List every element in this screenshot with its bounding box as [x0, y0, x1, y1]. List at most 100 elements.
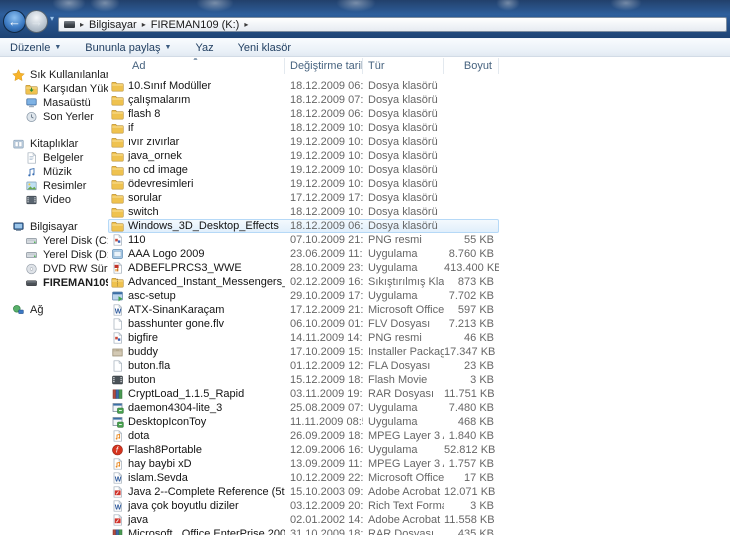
sidebar-item-downloads[interactable]: Karşıdan Yüklemeler	[0, 82, 108, 96]
file-row[interactable]: java02.01.2002 14:44Adobe Acrobat D...11…	[108, 513, 499, 527]
file-row[interactable]: 10.Sınıf Modüller18.12.2009 06:09Dosya k…	[108, 79, 499, 93]
new-folder-button[interactable]: Yeni klasör	[238, 42, 291, 54]
file-row[interactable]: ödevresimleri19.12.2009 10:51Dosya klasö…	[108, 177, 499, 191]
file-date-modified: 18.12.2009 06:10	[285, 220, 363, 232]
history-dropdown-icon[interactable]: ▾	[50, 14, 54, 23]
breadcrumb-separator-icon[interactable]: ▸	[242, 20, 250, 29]
file-row[interactable]: Windows_3D_Desktop_Effects 18.12.2009 06:…	[108, 219, 499, 233]
back-button[interactable]: ←	[3, 10, 26, 33]
file-name: buton	[128, 374, 156, 386]
file-row[interactable]: CryptLoad_1.1.5_Rapid03.11.2009 19:45RAR…	[108, 387, 499, 401]
chevron-down-icon: ▼	[165, 44, 172, 51]
file-row[interactable]: sorular17.12.2009 17:59Dosya klasörü	[108, 191, 499, 205]
pdf-icon	[111, 486, 124, 498]
breadcrumb-current-drive[interactable]: FIREMAN109 (K:)	[151, 19, 240, 31]
file-row[interactable]: Java 2--Complete Reference (5th Ed 2002)…	[108, 485, 499, 499]
file-row[interactable]: Advanced_Instant_Messengers_Password...0…	[108, 275, 499, 289]
computer-icon	[12, 221, 25, 233]
file-row[interactable]: daemon4304-lite_325.08.2009 07:43Uygulam…	[108, 401, 499, 415]
folder-icon	[111, 94, 124, 106]
file-row[interactable]: java_ornek19.12.2009 10:53Dosya klasörü	[108, 149, 499, 163]
file-row[interactable]: flash 818.12.2009 06:09Dosya klasörü	[108, 107, 499, 121]
file-type: MPEG Layer 3 Aud...	[363, 430, 444, 442]
file-row[interactable]: hay baybi xD13.09.2009 11:50MPEG Layer 3…	[108, 457, 499, 471]
file-name: Advanced_Instant_Messengers_Password...	[128, 276, 285, 288]
column-header-name[interactable]: ▲ Ad	[108, 58, 285, 74]
sidebar-item-documents[interactable]: Belgeler	[0, 151, 108, 165]
forward-button[interactable]: →	[25, 10, 48, 33]
sidebar-item-pictures[interactable]: Resimler	[0, 179, 108, 193]
file-row[interactable]: dota26.09.2009 18:21MPEG Layer 3 Aud...1…	[108, 429, 499, 443]
sidebar-item-label: DVD RW Sürücüsü (E	[43, 263, 108, 275]
file-row[interactable]: Microsoft_ Office EnterPrise 2007_ activ…	[108, 527, 499, 535]
file-type: Microsoft Office ...	[363, 304, 444, 316]
folder-icon	[111, 80, 124, 92]
file-row[interactable]: buddy17.10.2009 15:05Installer Package17…	[108, 345, 499, 359]
file-name: java çok boyutlu diziler	[128, 500, 239, 512]
file-size: 435 KB	[444, 528, 499, 535]
file-row[interactable]: buton.fla01.12.2009 12:53FLA Dosyası23 K…	[108, 359, 499, 373]
file-row[interactable]: switch18.12.2009 10:57Dosya klasörü	[108, 205, 499, 219]
file-name: DesktopIconToy	[128, 416, 206, 428]
file-row[interactable]: if18.12.2009 10:57Dosya klasörü	[108, 121, 499, 135]
burn-button[interactable]: Yaz	[195, 42, 213, 54]
file-row[interactable]: no cd image19.12.2009 10:53Dosya klasörü	[108, 163, 499, 177]
sidebar-group-label: Ağ	[30, 304, 43, 316]
file-name: buddy	[128, 346, 158, 358]
file-name: Windows_3D_Desktop_Effects	[128, 220, 279, 232]
file-row[interactable]: ıvır zıvırlar19.12.2009 10:53Dosya klasö…	[108, 135, 499, 149]
file-name-cell: switch	[108, 206, 285, 218]
file-row[interactable]: fFlash8Portable12.09.2006 16:08Uygulama5…	[108, 443, 499, 457]
file-name: ADBEFLPRCS3_WWE	[128, 262, 242, 274]
file-row[interactable]: AAA Logo 200923.06.2009 11:39Uygulama8.7…	[108, 247, 499, 261]
sidebar-item-music[interactable]: Müzik	[0, 165, 108, 179]
sidebar-item-label: Müzik	[43, 166, 72, 178]
usb-icon	[25, 277, 38, 289]
column-header-date-modified[interactable]: Değiştirme tarihi	[285, 58, 363, 74]
sidebar-item-recent-places[interactable]: Son Yerler	[0, 110, 108, 124]
page-icon	[111, 360, 124, 372]
file-name: ATX-SinanKaraçam	[128, 304, 224, 316]
column-header-date-label: Değiştirme tarihi	[290, 60, 363, 72]
sidebar-group-favorites[interactable]: Sık Kullanılanlar	[0, 67, 108, 82]
file-name: AAA Logo 2009	[128, 248, 204, 260]
column-header-size[interactable]: Boyut	[444, 58, 499, 74]
file-name: Flash8Portable	[128, 444, 202, 456]
sidebar-item-fireman109-k[interactable]: FIREMAN109 (K:)	[0, 276, 108, 290]
file-row[interactable]: buton15.12.2009 18:08Flash Movie3 KB	[108, 373, 499, 387]
sidebar-group-network[interactable]: Ağ	[0, 302, 108, 317]
file-row[interactable]: DesktopIconToy11.11.2009 08:52Uygulama46…	[108, 415, 499, 429]
file-type: Dosya klasörü	[363, 150, 444, 162]
file-date-modified: 25.08.2009 07:43	[285, 402, 363, 414]
file-row[interactable]: Wjava çok boyutlu diziler03.12.2009 20:2…	[108, 499, 499, 513]
column-header-type[interactable]: Tür	[363, 58, 444, 74]
file-name-cell: fFlash8Portable	[108, 444, 285, 456]
sidebar-item-desktop[interactable]: Masaüstü	[0, 96, 108, 110]
file-type: Dosya klasörü	[363, 80, 444, 92]
file-row[interactable]: çalışmalarım18.12.2009 07:42Dosya klasör…	[108, 93, 499, 107]
file-row[interactable]: asc-setup29.10.2009 17:46Uygulama7.702 K…	[108, 289, 499, 303]
address-bar[interactable]: ▸ Bilgisayar ▸ FIREMAN109 (K:) ▸	[58, 17, 727, 32]
file-row[interactable]: bigfire14.11.2009 14:59PNG resmi46 KB	[108, 331, 499, 345]
sidebar-item-local-disk-d[interactable]: Yerel Disk (D:)	[0, 248, 108, 262]
organize-menu-button[interactable]: Düzenle ▼	[10, 42, 61, 54]
explorer-window: ← → ▾ ▸ Bilgisayar ▸ FIREMAN109 (K:) ▸ D…	[0, 0, 730, 535]
file-row[interactable]: 11007.10.2009 21:16PNG resmi55 KB	[108, 233, 499, 247]
file-size: 413.400 KB	[444, 262, 499, 274]
sidebar-item-local-disk-c[interactable]: Yerel Disk (C:)	[0, 234, 108, 248]
breadcrumb-computer[interactable]: Bilgisayar	[89, 19, 137, 31]
sidebar-group-computer[interactable]: Bilgisayar	[0, 219, 108, 234]
file-row[interactable]: WATX-SinanKaraçam17.12.2009 21:24Microso…	[108, 303, 499, 317]
share-with-menu-button[interactable]: Bununla paylaş ▼	[85, 42, 171, 54]
file-row[interactable]: Wislam.Sevda10.12.2009 22:36Microsoft Of…	[108, 471, 499, 485]
svg-text:W: W	[115, 504, 122, 511]
file-row[interactable]: basshunter gone.flv06.10.2009 01:25FLV D…	[108, 317, 499, 331]
sidebar-item-dvd-drive-e[interactable]: DVD RW Sürücüsü (E	[0, 262, 108, 276]
file-type: FLV Dosyası	[363, 318, 444, 330]
app-blue-icon	[111, 248, 124, 260]
sidebar-group-libraries[interactable]: Kitaplıklar	[0, 136, 108, 151]
sidebar-item-video[interactable]: Video	[0, 193, 108, 207]
file-row[interactable]: ADBEFLPRCS3_WWE28.10.2009 23:09Uygulama4…	[108, 261, 499, 275]
svg-text:W: W	[115, 476, 122, 483]
titlebar: ← → ▾ ▸ Bilgisayar ▸ FIREMAN109 (K:) ▸	[0, 0, 730, 38]
